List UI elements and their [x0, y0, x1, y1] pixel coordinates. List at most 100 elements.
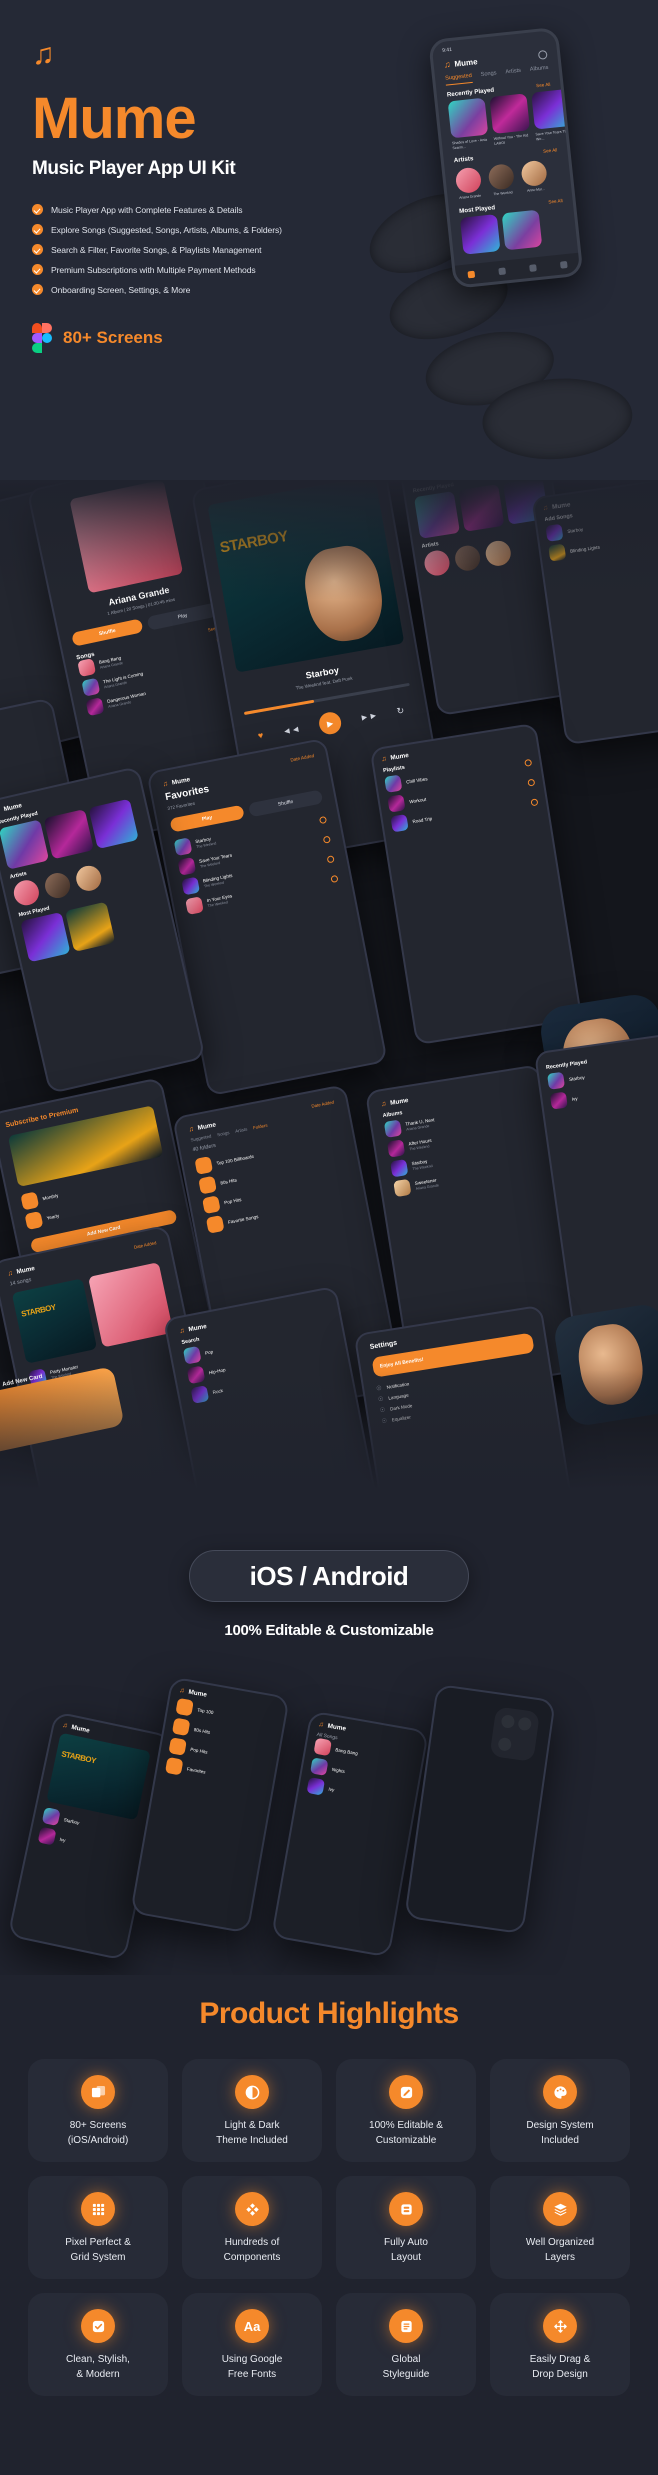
check-square-icon [81, 2309, 115, 2343]
list-item[interactable]: Shades of Love - Ania Szarm... [447, 97, 490, 151]
feature-label: Premium Subscriptions with Multiple Paym… [51, 264, 256, 275]
highlight-card[interactable]: Global Styleguide [336, 2293, 476, 2396]
highlight-card[interactable]: Well Organized Layers [490, 2176, 630, 2279]
highlight-label: Clean, Stylish, & Modern [66, 2354, 130, 2380]
check-icon [32, 284, 43, 295]
highlight-card[interactable]: Light & Dark Theme Included [182, 2059, 322, 2162]
highlight-label: 100% Editable & Customizable [369, 2120, 443, 2146]
search-icon[interactable] [537, 49, 548, 60]
highlight-card[interactable]: Easily Drag & Drop Design [490, 2293, 630, 2396]
settings-item[interactable]: Equalizer [391, 1415, 411, 1423]
see-all-link[interactable]: See All [543, 147, 558, 153]
platform-mockups: ♫ Mume STARBOY Starboy Ivy ♫ Mume Top 100 … [0, 1655, 658, 1961]
tab[interactable]: Songs [217, 1130, 230, 1137]
tab[interactable]: Suggested [190, 1134, 212, 1143]
device-mockup: ♫ Mume Top 100 80s Hits Pop Hits Favorite… [130, 1676, 290, 1934]
check-icon [32, 264, 43, 275]
figma-icon [32, 323, 52, 353]
feature-label: Search & Filter, Favorite Songs, & Playl… [51, 244, 262, 255]
platform-pill: iOS / Android [189, 1550, 469, 1602]
platform-subtitle: 100% Editable & Customizable [224, 1622, 434, 1639]
screens-collage-section: ♫ Mume 14 songs Pink + WhiteFrank Ocean … [0, 480, 658, 1490]
next-icon[interactable]: ►► [359, 710, 378, 723]
list-item: Onboarding Screen, Settings, & More [32, 284, 322, 295]
collage-screen[interactable]: ♫ Mume Playlists Chill Vibes Workout Road… [369, 722, 583, 1046]
nav-home-icon[interactable] [467, 270, 476, 278]
album-art[interactable] [501, 209, 543, 251]
avatar [454, 166, 483, 194]
album-art-text: STARBOY [218, 528, 290, 557]
folder-name: Favorite Songs [227, 1213, 259, 1225]
settings-item[interactable]: Language [388, 1393, 409, 1401]
highlight-card[interactable]: Fully Auto Layout [336, 2176, 476, 2279]
avatar [520, 159, 548, 187]
promo-photo [552, 1302, 658, 1428]
list-item[interactable]: Save Your Tears The We... [531, 88, 573, 142]
components-icon [235, 2192, 269, 2226]
edit-icon [389, 2075, 423, 2109]
app-name: Mume [197, 1121, 217, 1132]
list-item: Search & Filter, Favorite Songs, & Playl… [32, 244, 322, 255]
device-mockup: ♫ Mume All Songs Bang Bang Nights Ivy [270, 1710, 430, 1958]
highlight-card[interactable]: 100% Editable & Customizable [336, 2059, 476, 2162]
music-note-icon: ♫ [32, 38, 55, 71]
tab[interactable]: Artists [235, 1127, 248, 1134]
highlight-label: Light & Dark Theme Included [216, 2120, 288, 2146]
sort-label[interactable]: Date Added [311, 1099, 334, 1108]
tab-songs[interactable]: Songs [480, 70, 497, 82]
highlight-label: Using Google Free Fonts [221, 2354, 283, 2380]
nav-library-icon[interactable] [529, 263, 537, 272]
see-all-link[interactable]: See All [536, 82, 551, 88]
highlights-grid: 80+ Screens (iOS/Android) Light & Dark The… [0, 2031, 658, 2396]
product-highlights-section: Product Highlights 80+ Screens (iOS/Andro… [0, 1975, 658, 2475]
page-root: 9:41 ♫ Mume Suggested Songs Artists Albu… [0, 0, 658, 2475]
play-button[interactable]: ▶ [317, 710, 343, 736]
highlight-card[interactable]: Clean, Stylish, & Modern [28, 2293, 168, 2396]
avatar [487, 162, 515, 191]
collage-screen[interactable]: ♫ Mume Add Songs Starboy Blinding Lights [531, 480, 658, 746]
highlight-card[interactable]: Design System Included [490, 2059, 630, 2162]
heart-icon[interactable]: ♥ [257, 730, 264, 741]
album-art [489, 93, 531, 134]
move-icon [543, 2309, 577, 2343]
list-item-label: Save Your Tears The We... [535, 129, 569, 142]
moon-icon: ☉ [379, 1407, 386, 1415]
see-all-link[interactable]: See All [548, 198, 563, 204]
list-item: Premium Subscriptions with Multiple Paym… [32, 264, 322, 275]
hero-tagline: Music Player App UI Kit [32, 158, 236, 179]
list-item[interactable]: The Weeknd [487, 162, 516, 196]
highlight-card[interactable]: Pixel Perfect & Grid System [28, 2176, 168, 2279]
tab[interactable]: Folders [253, 1123, 268, 1131]
highlight-card[interactable]: Aa Using Google Free Fonts [182, 2293, 322, 2396]
nav-profile-icon[interactable] [559, 260, 568, 269]
screens-count-label: 80+ Screens [63, 328, 163, 347]
settings-item[interactable]: Notification [386, 1381, 409, 1389]
highlight-label: Easily Drag & Drop Design [529, 2354, 591, 2380]
brand-title: Mume [32, 86, 197, 151]
settings-item[interactable]: Dark Mode [390, 1403, 413, 1411]
section-title: Artists [453, 154, 474, 164]
list-item[interactable]: Ariana Grande [454, 166, 483, 200]
tab-artists[interactable]: Artists [505, 68, 522, 80]
layers-icon [543, 2192, 577, 2226]
device-mockup-back [404, 1683, 556, 1935]
feature-list: Music Player App with Complete Features … [32, 204, 322, 295]
nav-search-icon[interactable] [498, 266, 506, 275]
check-icon [32, 224, 43, 235]
previous-icon[interactable]: ◄◄ [282, 724, 301, 737]
tab-albums[interactable]: Albums [530, 65, 550, 77]
highlight-label: Well Organized Layers [525, 2237, 595, 2263]
folder-name: 80s Hits [219, 1176, 238, 1186]
album-art[interactable] [459, 213, 501, 255]
check-icon [32, 244, 43, 255]
highlight-card[interactable]: 80+ Screens (iOS/Android) [28, 2059, 168, 2162]
list-item[interactable]: Without You - The Kid LAROI [489, 93, 531, 146]
repeat-icon[interactable]: ↻ [396, 705, 405, 717]
highlight-card[interactable]: Hundreds of Components [182, 2176, 322, 2279]
sort-label[interactable]: Date Added [290, 753, 315, 762]
list-item: Explore Songs (Suggested, Songs, Artists… [32, 224, 322, 235]
list-item[interactable]: Anne-Mar... [520, 159, 548, 192]
highlight-label: Hundreds of Components [223, 2237, 281, 2263]
list-item: Music Player App with Complete Features … [32, 204, 322, 215]
folder-name: Top 100 Billboards [216, 1153, 255, 1166]
